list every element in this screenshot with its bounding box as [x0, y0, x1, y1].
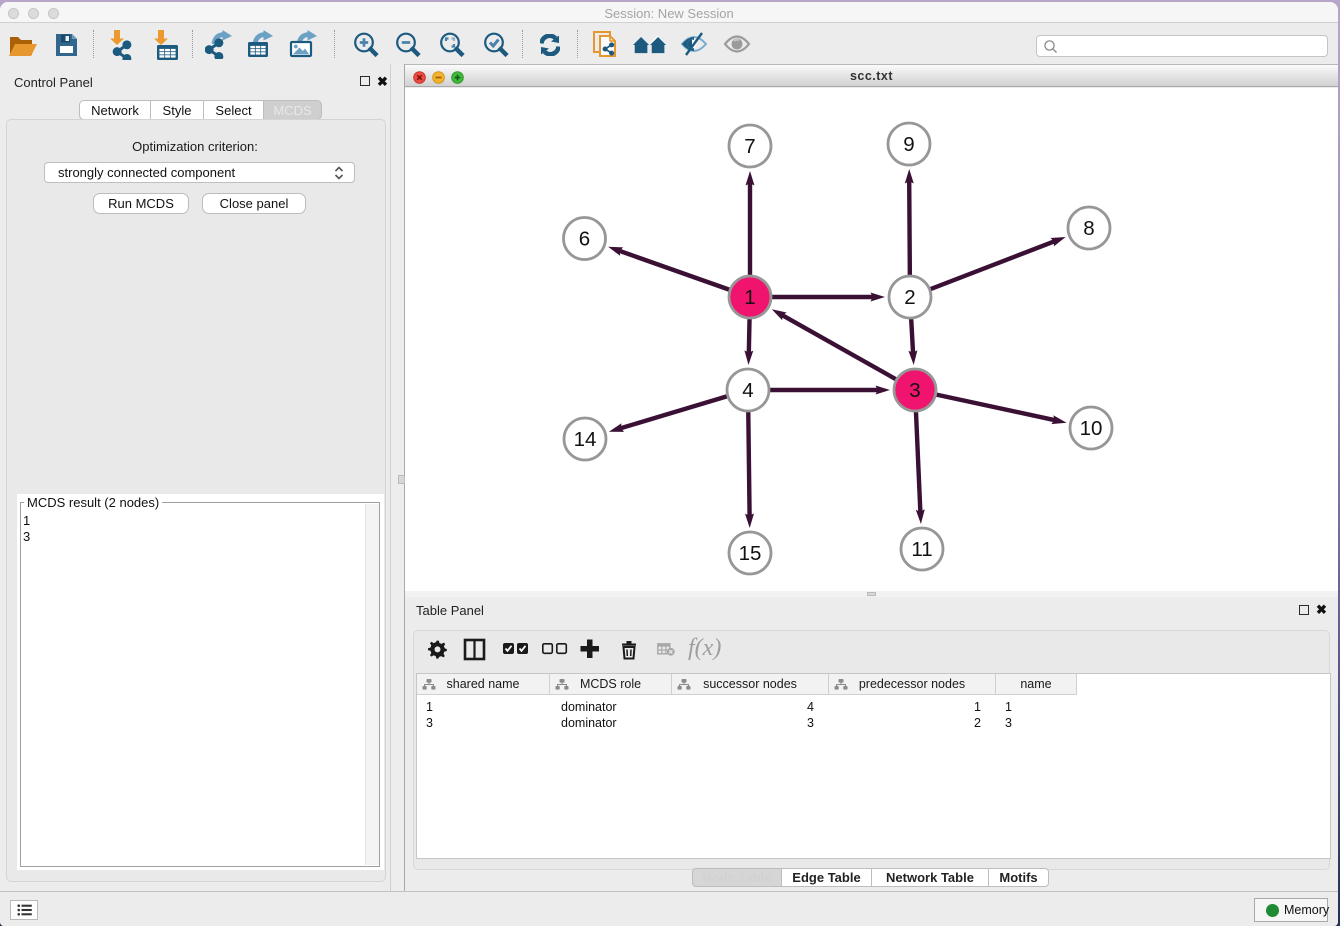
svg-text:11: 11 — [911, 538, 932, 561]
svg-text:2: 2 — [904, 286, 915, 309]
svg-text:6: 6 — [579, 228, 590, 251]
svg-text:8: 8 — [1083, 217, 1094, 240]
svg-text:4: 4 — [742, 379, 753, 402]
svg-text:3: 3 — [909, 379, 920, 402]
svg-text:15: 15 — [739, 542, 762, 565]
svg-text:9: 9 — [903, 133, 914, 156]
svg-text:1: 1 — [744, 286, 755, 309]
svg-text:14: 14 — [574, 428, 597, 451]
svg-text:7: 7 — [744, 135, 755, 158]
svg-text:10: 10 — [1080, 417, 1103, 440]
